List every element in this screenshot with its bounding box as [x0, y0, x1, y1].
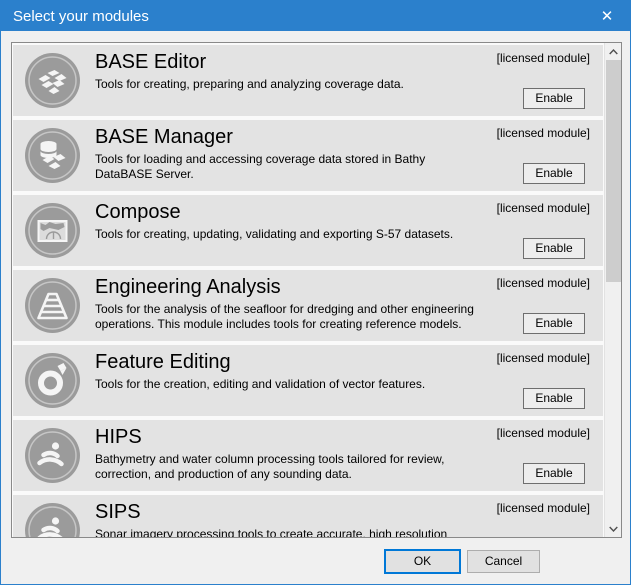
module-rows: BASE Editor Tools for creating, preparin… — [12, 43, 604, 538]
module-description: Tools for the analysis of the seafloor f… — [95, 301, 527, 332]
sonar-waves-icon — [24, 502, 81, 538]
module-description: Tools for creating, updating, validating… — [95, 226, 527, 242]
module-row[interactable]: HIPS Bathymetry and water column process… — [13, 420, 603, 491]
disc-pencil-icon — [24, 352, 81, 409]
module-row[interactable]: Compose Tools for creating, updating, va… — [13, 195, 603, 266]
module-description: Sonar imagery processing tools to create… — [95, 526, 527, 538]
chevron-down-icon — [609, 526, 618, 532]
module-description: Tools for creating, preparing and analyz… — [95, 76, 527, 92]
module-enable-button[interactable]: Enable — [523, 238, 585, 259]
titlebar[interactable]: Select your modules ✕ — [1, 1, 630, 31]
module-row[interactable]: BASE Manager Tools for loading and acces… — [13, 120, 603, 191]
cancel-button[interactable]: Cancel — [467, 550, 540, 573]
module-enable-button[interactable]: Enable — [523, 313, 585, 334]
ok-button[interactable]: OK — [384, 549, 461, 574]
grid-tiles-icon — [24, 52, 81, 109]
module-license-badge: [licensed module] — [497, 501, 590, 515]
module-row[interactable]: SIPS Sonar imagery processing tools to c… — [13, 495, 603, 538]
window-title: Select your modules — [1, 8, 149, 25]
sonar-waves-icon — [24, 427, 81, 484]
module-description: Tools for loading and accessing coverage… — [95, 151, 527, 182]
module-enable-button[interactable]: Enable — [523, 388, 585, 409]
select-modules-dialog: Select your modules ✕ BASE Editor Tools … — [0, 0, 631, 585]
chevron-up-icon — [609, 49, 618, 55]
module-enable-button[interactable]: Enable — [523, 163, 585, 184]
module-row[interactable]: BASE Editor Tools for creating, preparin… — [13, 45, 603, 116]
module-row[interactable]: Engineering Analysis Tools for the analy… — [13, 270, 603, 341]
module-enable-button[interactable]: Enable — [523, 463, 585, 484]
module-enable-button[interactable]: Enable — [523, 88, 585, 109]
close-icon[interactable]: ✕ — [584, 1, 630, 31]
chart-map-icon — [24, 202, 81, 259]
module-license-badge: [licensed module] — [497, 276, 590, 290]
module-list: BASE Editor Tools for creating, preparin… — [11, 42, 622, 538]
module-license-badge: [licensed module] — [497, 426, 590, 440]
database-tiles-icon — [24, 127, 81, 184]
module-license-badge: [licensed module] — [497, 201, 590, 215]
scrollbar[interactable] — [604, 43, 621, 537]
module-description: Bathymetry and water column processing t… — [95, 451, 527, 482]
module-license-badge: [licensed module] — [497, 126, 590, 140]
scroll-down-button[interactable] — [605, 520, 622, 537]
scroll-up-button[interactable] — [605, 43, 622, 60]
module-license-badge: [licensed module] — [497, 51, 590, 65]
module-description: Tools for the creation, editing and vali… — [95, 376, 527, 392]
scrollbar-thumb[interactable] — [606, 60, 621, 282]
module-row[interactable]: Feature Editing Tools for the creation, … — [13, 345, 603, 416]
module-license-badge: [licensed module] — [497, 351, 590, 365]
channel-road-icon — [24, 277, 81, 334]
